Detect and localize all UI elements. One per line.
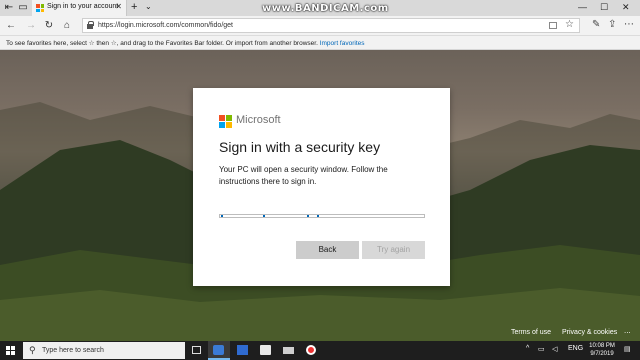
microsoft-favicon-icon [36,4,44,12]
reading-view-icon[interactable] [549,22,557,29]
terms-of-use-link[interactable]: Terms of use [511,329,551,336]
browser-tab[interactable]: Sign in to your account ✕ [32,0,127,16]
system-clock[interactable]: 10:08 PM 9/7/2019 [588,342,616,358]
notifications-icon[interactable]: ▤ [624,345,631,353]
try-again-button[interactable]: Try again [362,241,425,259]
progress-dot [263,215,265,217]
page-background: Microsoft Sign in with a security key Yo… [0,50,640,341]
clock-date: 9/7/2019 [590,351,614,357]
minimize-icon[interactable]: — [578,2,587,12]
tab-preview-icon[interactable]: ▭ [16,1,30,15]
favorites-bar: To see favorites here, select ☆ then ☆, … [0,36,640,50]
clock-time: 10:08 PM [589,343,615,349]
import-favorites-link[interactable]: Import favorites [320,40,365,47]
progress-indicator [219,214,425,218]
volume-icon[interactable]: ◁ [552,345,557,353]
forward-arrow-icon[interactable]: → [24,19,38,33]
progress-dot [221,215,223,217]
taskbar-search-box[interactable]: ⚲ Type here to search [23,342,185,359]
task-view-icon[interactable] [186,341,208,360]
network-icon[interactable]: ▭ [538,345,545,353]
lock-icon [87,21,94,29]
share-icon[interactable]: ⇪ [608,19,616,30]
search-icon: ⚲ [29,345,36,355]
tray-chevron-icon[interactable]: ^ [526,345,529,352]
edge-taskbar-icon[interactable] [208,341,230,360]
tab-title: Sign in to your account [47,3,119,10]
progress-dot [307,215,309,217]
progress-dot [317,215,319,217]
tab-list-chevron-icon[interactable]: ⌄ [145,2,152,11]
store-bag-taskbar-icon[interactable] [255,341,277,360]
home-icon[interactable]: ⌂ [60,19,74,33]
address-toolbar: ← → ↻ ⌂ https://login.microsoft.com/comm… [0,16,640,36]
store-taskbar-icon[interactable] [232,341,254,360]
search-placeholder: Type here to search [42,347,104,354]
url-text: https://login.microsoft.com/common/fido/… [98,22,233,29]
pen-icon[interactable]: ✎ [592,19,600,30]
tab-close-icon[interactable]: ✕ [115,2,122,11]
mail-taskbar-icon[interactable] [278,341,300,360]
address-field[interactable]: https://login.microsoft.com/common/fido/… [82,18,580,33]
privacy-cookies-link[interactable]: Privacy & cookies [562,329,617,336]
microsoft-logo-icon [219,115,232,128]
favorites-hint: To see favorites here, select ☆ then ☆, … [6,39,365,47]
recording-watermark: www.BANDICAM.com [262,3,389,14]
back-button[interactable]: Back [296,241,359,259]
taskbar: ⚲ Type here to search ^ ▭ ◁ ENG 10:08 PM… [0,341,640,360]
favorites-hint-text: To see favorites here, select ☆ then ☆, … [6,40,318,47]
recorder-taskbar-icon[interactable] [301,341,323,360]
language-indicator[interactable]: ENG [568,345,583,352]
new-tab-button[interactable]: + [131,1,137,13]
maximize-icon[interactable]: ☐ [600,2,608,13]
dialog-description: Your PC will open a security window. Fol… [219,165,388,186]
tab-back-icon[interactable]: ⇤ [2,1,16,15]
window-close-icon[interactable]: ✕ [622,2,630,13]
brand-name: Microsoft [236,114,281,126]
footer-more-icon[interactable]: ... [624,326,631,335]
windows-logo-icon[interactable] [6,346,15,355]
dialog-heading: Sign in with a security key [219,139,381,155]
refresh-icon[interactable]: ↻ [42,19,56,33]
back-arrow-icon[interactable]: ← [4,19,18,33]
sign-in-dialog: Microsoft Sign in with a security key Yo… [193,88,450,286]
more-icon[interactable]: ⋯ [624,19,634,30]
star-icon[interactable]: ☆ [565,19,574,30]
